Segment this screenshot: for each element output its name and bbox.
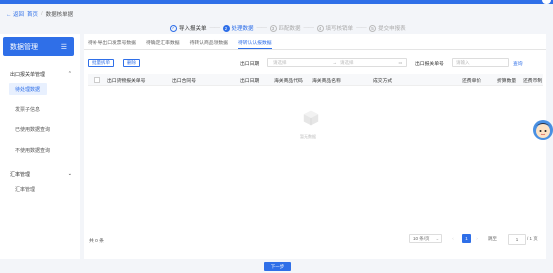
total-pages: / 1 页 [527,235,538,241]
chevron-down-icon: ⌄ [67,171,72,177]
sidebar: 数据管理 ☰ 出口报关单管理 ⌃ 待处理数据 发票子信息 已使用数据查询 不使用… [0,34,80,259]
calendar-icon: ▭ [398,60,403,65]
step-2: 2 处理数据 [222,24,254,32]
chevron-down-icon: ⌄ [435,235,440,241]
declaration-number-input[interactable]: 请输入 [452,58,509,67]
sidebar-header: 数据管理 ☰ [3,37,74,56]
prev-page-button[interactable]: ‹ [450,234,456,243]
col-quantity: 折算数量 [497,79,517,84]
date-range-picker[interactable]: 请选择 → 请选择 ▭ [267,58,407,67]
col-commodity-code: 海关商品代码 [274,79,303,84]
sidebar-item-used-data[interactable]: 已使用数据查询 [15,126,50,133]
tab-divider [84,49,546,50]
batch-split-button[interactable]: 批量拆单 [88,59,114,67]
back-link[interactable]: ← 返回 [6,10,24,18]
menu-icon[interactable]: ☰ [61,43,67,51]
step-4: 4 填写核销单 [316,24,353,32]
col-declaration-number: 出口货物报关单号 [107,79,146,84]
tab-bar: 待补导出口发票号数据 待确定汇率数据 待转认商品领数据 待转认认报数据 [88,39,272,49]
assistant-avatar-icon[interactable] [531,118,553,142]
main-panel: 待补导出口发票号数据 待确定汇率数据 待转认商品领数据 待转认认报数据 批量拆单… [84,34,546,259]
breadcrumb: ← 返回 首页 / 数据核单据 [6,10,74,18]
goto-page-input[interactable]: 1 [508,234,526,245]
next-step-button[interactable]: 下一步 [264,262,291,271]
date-start: 请选择 [273,59,287,65]
tab-commodity[interactable]: 待转认商品领数据 [190,39,228,49]
chevron-up-icon: ⌃ [67,71,72,77]
col-commodity-name: 海关商品名称 [312,79,341,84]
tab-confirm-report[interactable]: 待转认认报数据 [237,39,272,49]
col-contract-number: 出口合同号 [172,79,196,84]
select-all-checkbox[interactable] [94,77,100,83]
col-export-date: 出口日期 [240,79,260,84]
sidebar-group-exchange[interactable]: 汇率管理 ⌄ [10,171,72,178]
table-header: 出口货物报关单号 出口合同号 出口日期 海关商品代码 海关商品名称 成交方式 还… [88,74,543,86]
tab-exchange-rate[interactable]: 待确定汇率数据 [146,39,180,49]
query-button[interactable]: 查询 [513,60,523,67]
sidebar-item-exchange-rate[interactable]: 汇率管理 [15,186,35,193]
total-count: 共 0 条 [89,239,104,244]
empty-state-text: 暂无数据 [300,134,316,139]
sidebar-title: 数据管理 [10,43,38,51]
page-size-select[interactable]: 10 条/页 ⌄ [409,234,442,243]
next-page-button[interactable]: › [474,234,480,243]
tab-invoice-number[interactable]: 待补导出口发票号数据 [88,39,136,49]
breadcrumb-home[interactable]: 首页 [27,10,38,18]
sidebar-item-pending[interactable]: 待处理数据 [9,83,47,95]
breadcrumb-current: 数据核单据 [45,12,74,18]
step-1: ✓ 导入报关单 [170,24,207,32]
page-number-button[interactable]: 1 [462,234,471,243]
sidebar-item-unused-data[interactable]: 不使用数据查询 [15,147,50,154]
col-currency: 还费币制 [523,79,543,84]
top-header-bar [0,0,553,4]
col-deal-method: 成交方式 [373,79,393,84]
declaration-number-label: 出口报关单号 [415,62,444,67]
step-3: 3 匹配数据 [269,24,301,32]
step-check-icon: ✓ [170,24,177,32]
sidebar-item-invoice-info[interactable]: 发票子信息 [15,106,40,113]
goto-label: 跳至 [488,235,497,241]
col-unit-price: 还费单价 [462,79,482,84]
sidebar-group-customs[interactable]: 出口报关单管理 ⌃ [10,71,72,78]
date-end: 请选择 [340,59,354,65]
step-5: 5 提交申报表 [369,24,406,32]
step-progress: ✓ 导入报关单 —— 2 处理数据 —— 3 匹配数据 —— 4 填写核销单 —… [170,24,406,32]
date-filter-label: 出口日期 [240,62,260,67]
empty-box-icon [303,110,319,126]
delete-button[interactable]: 删除 [123,59,140,67]
